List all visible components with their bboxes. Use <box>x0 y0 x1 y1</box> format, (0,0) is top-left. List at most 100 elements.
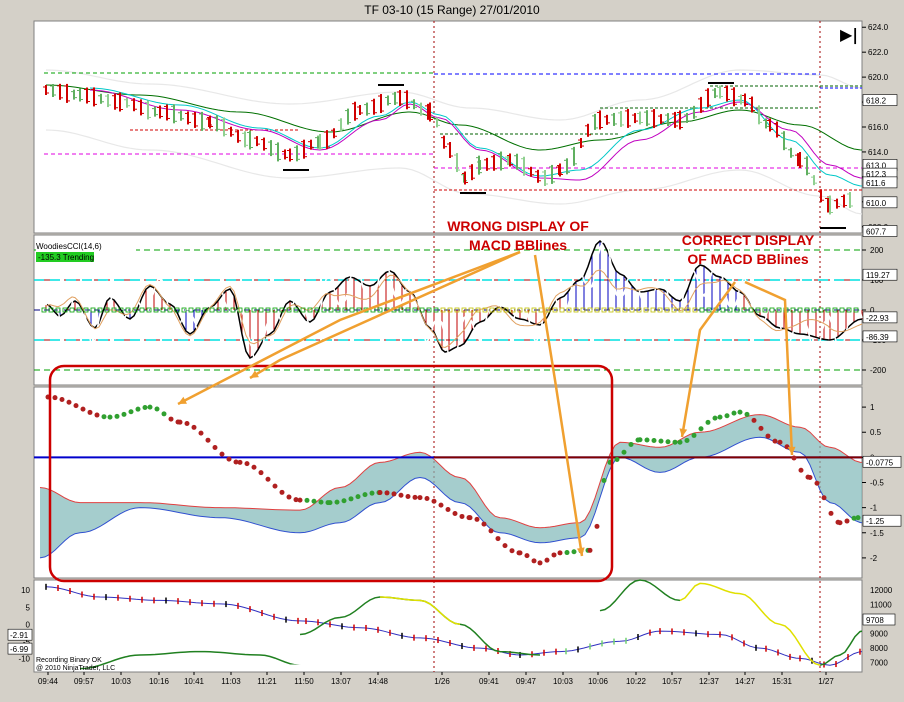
macd-dot <box>424 496 430 502</box>
macd-dot <box>459 513 465 519</box>
time-axis-label: 09:41 <box>479 677 500 686</box>
macd-dot <box>191 424 197 430</box>
macd-dot <box>327 500 333 506</box>
bottom-right-axis-label: 7000 <box>870 659 888 668</box>
time-axis-label: 10:22 <box>626 677 647 686</box>
macd-dot <box>658 438 664 444</box>
bottom-left-tag-label: -6.99 <box>10 645 29 654</box>
bottom-right-axis-label: 8000 <box>870 644 888 653</box>
price-axis-label: 620.0 <box>868 73 889 82</box>
macd-dot <box>377 490 383 496</box>
bottom-right-axis-label: 9000 <box>870 630 888 639</box>
macd-dot <box>147 404 153 410</box>
macd-dot <box>665 439 671 445</box>
macd-dot <box>73 403 79 409</box>
macd-dot <box>651 437 657 443</box>
macd-dot <box>431 498 437 504</box>
macd-dot <box>855 515 861 521</box>
macd-dot <box>544 557 550 563</box>
macd-dot <box>412 494 418 500</box>
macd-dot <box>417 495 423 501</box>
macd-dot <box>481 521 487 527</box>
time-axis-label: 11:21 <box>257 677 277 686</box>
macd-dot <box>731 410 737 416</box>
macd-dot <box>587 547 593 553</box>
macd-dot <box>677 439 683 445</box>
macd-axis-label: -1 <box>870 504 878 513</box>
macd-dot <box>205 437 211 443</box>
macd-dot <box>244 461 250 467</box>
macd-value-tag-label: -0.0775 <box>866 458 894 467</box>
price-axis-label: 624.0 <box>868 23 889 32</box>
macd-dot <box>777 439 783 445</box>
macd-dot <box>531 558 537 564</box>
macd-dot <box>637 437 643 443</box>
macd-dot <box>362 492 368 498</box>
chart-panel-1[interactable] <box>33 20 863 234</box>
price-tag-label: 611.6 <box>866 179 886 188</box>
macd-dot <box>212 444 218 450</box>
end-button[interactable]: ▶| <box>840 25 858 45</box>
chart-canvas[interactable]: 624.0622.0620.0618.0616.0614.0612.0610.0… <box>0 0 904 702</box>
macd-dot <box>405 494 411 500</box>
macd-dot <box>712 415 718 421</box>
macd-dot <box>644 437 650 443</box>
macd-dot <box>474 516 480 522</box>
macd-axis-label: 1 <box>870 403 875 412</box>
macd-dot <box>807 474 813 480</box>
annotation-wrong-line2: MACD BBlines <box>469 237 567 253</box>
macd-dot <box>177 419 183 425</box>
macd-dot <box>705 419 711 425</box>
macd-dot <box>672 439 678 445</box>
macd-dot <box>258 470 264 476</box>
macd-dot <box>154 406 160 412</box>
macd-dot <box>517 550 523 556</box>
macd-dot <box>744 411 750 417</box>
macd-dot <box>495 536 501 542</box>
macd-dot <box>684 437 690 443</box>
annotation-wrong-line1: WRONG DISPLAY OF <box>447 218 589 234</box>
macd-dot <box>59 396 65 402</box>
macd-dot <box>369 490 375 496</box>
macd-dot <box>265 476 271 482</box>
bottom-left-axis-label: 5 <box>26 603 31 612</box>
macd-dot <box>488 528 494 534</box>
macd-dot <box>128 409 134 415</box>
macd-dot <box>837 520 843 526</box>
macd-dot <box>318 499 324 505</box>
cci-axis-label: -200 <box>870 366 887 375</box>
macd-dot <box>237 459 243 465</box>
macd-dot <box>121 411 127 417</box>
macd-dot <box>226 456 232 462</box>
macd-dot <box>66 399 72 405</box>
macd-dot <box>594 523 600 529</box>
macd-value-tag-label: -1.25 <box>866 517 885 526</box>
macd-dot <box>751 417 757 423</box>
macd-dot <box>467 515 473 521</box>
time-axis-label: 13:07 <box>331 677 352 686</box>
cci-value-tag-label: -22.93 <box>866 314 889 323</box>
macd-dot <box>698 426 704 432</box>
macd-dot <box>341 498 347 504</box>
bottom-right-axis-label: 12000 <box>870 586 893 595</box>
macd-dot <box>564 550 570 556</box>
macd-dot <box>621 449 627 455</box>
macd-dot <box>691 432 697 438</box>
macd-axis-label: 0.5 <box>870 428 882 437</box>
macd-dot <box>537 560 543 566</box>
time-axis-label: 11:03 <box>221 677 241 686</box>
bottom-left-axis-label: -10 <box>18 654 30 663</box>
macd-dot <box>168 416 174 422</box>
price-tag-label: 610.0 <box>866 199 887 208</box>
time-axis-label: 09:44 <box>38 677 59 686</box>
time-axis-label: 1/27 <box>818 677 834 686</box>
cci-indicator-label: WoodiesCCI(14,6) <box>36 242 102 251</box>
macd-dot <box>334 499 340 505</box>
macd-dot <box>391 491 397 497</box>
time-axis-label: 14:27 <box>735 677 756 686</box>
macd-dot <box>509 548 515 554</box>
macd-dot <box>821 495 827 501</box>
macd-dot <box>398 492 404 498</box>
time-axis-label: 09:47 <box>516 677 537 686</box>
macd-dot <box>384 490 390 496</box>
